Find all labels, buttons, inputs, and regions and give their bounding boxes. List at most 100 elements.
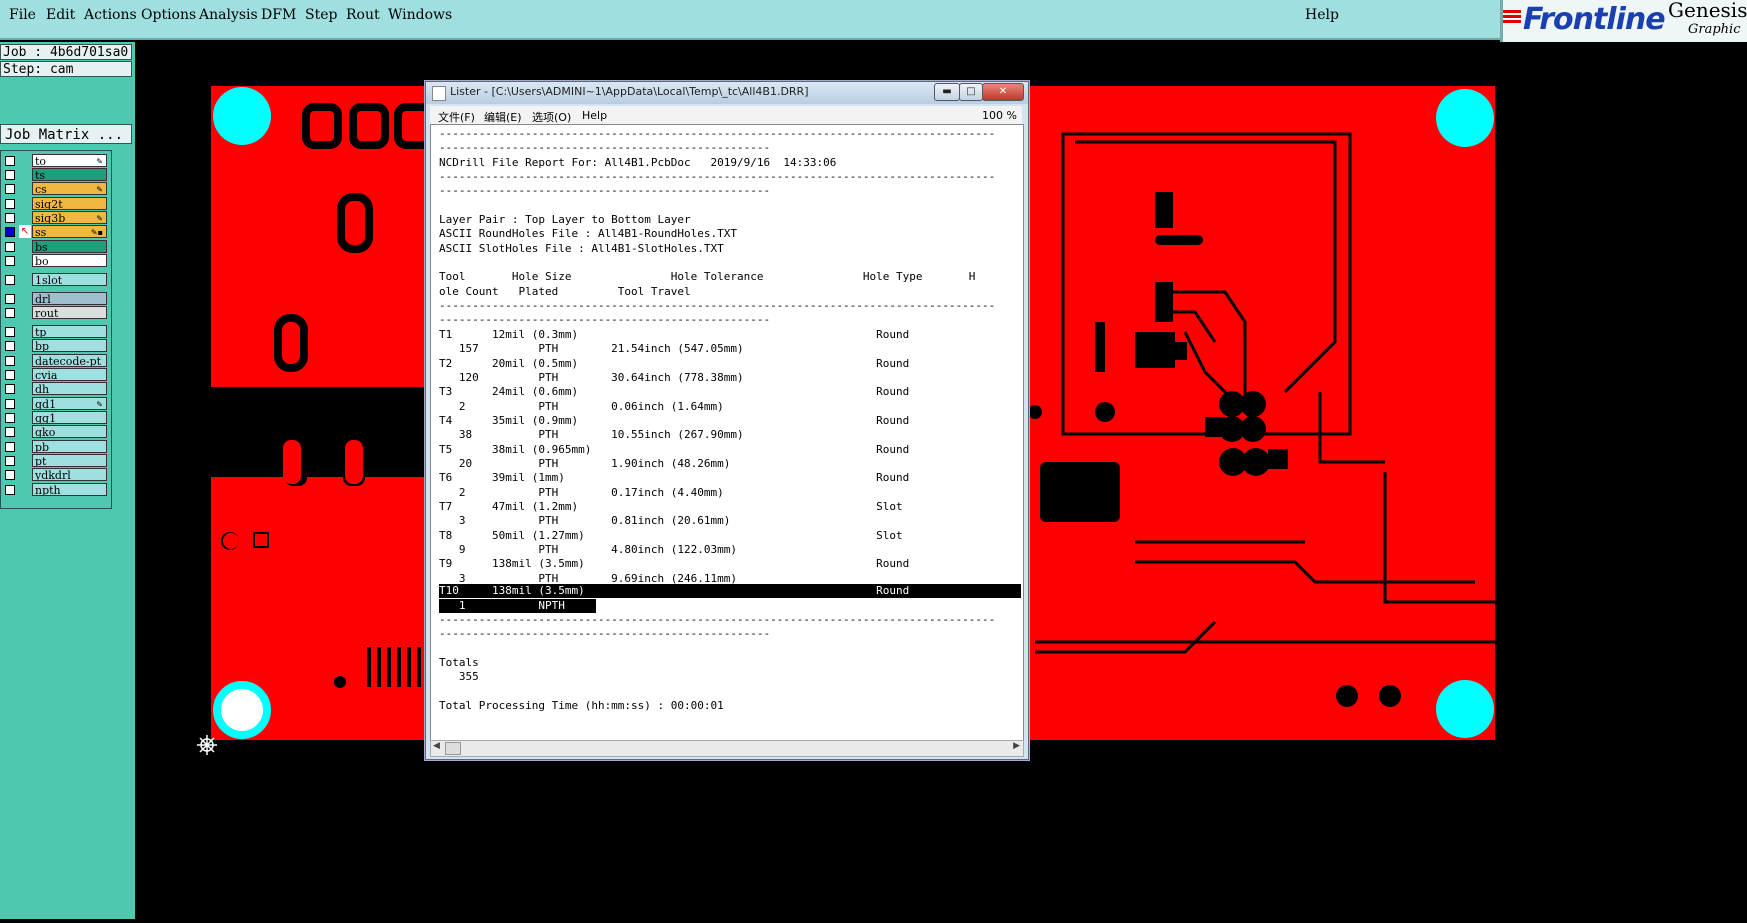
menu-file[interactable]: File <box>9 7 36 23</box>
layer-row-tp[interactable]: tp <box>1 325 109 338</box>
layer-row-to[interactable]: to ✎ <box>1 154 109 167</box>
layer-name[interactable]: cvia <box>32 368 107 381</box>
layer-row-npth[interactable]: npth <box>1 483 109 496</box>
layer-row-1slot[interactable]: 1slot <box>1 273 109 286</box>
layer-checkbox[interactable] <box>5 413 15 423</box>
zoom-level: 100 % <box>982 109 1017 122</box>
layer-checkbox[interactable] <box>5 275 15 285</box>
layer-name[interactable]: ts <box>32 168 107 181</box>
layer-checkbox[interactable] <box>5 370 15 380</box>
layer-row-gg1[interactable]: gg1 <box>1 411 109 424</box>
menu-options[interactable]: Options <box>141 7 196 23</box>
scroll-thumb[interactable] <box>445 742 461 755</box>
layer-row-bo[interactable]: bo <box>1 254 109 267</box>
layer-checkbox[interactable] <box>5 170 15 180</box>
layer-name[interactable]: gko <box>32 425 107 438</box>
layer-row-ss[interactable]: ↖ ss ✎▪ <box>1 225 109 238</box>
layer-checkbox[interactable] <box>5 470 15 480</box>
menu-rout[interactable]: Rout <box>346 7 380 23</box>
layer-checkbox[interactable] <box>5 399 15 409</box>
layer-name[interactable]: gg1 <box>32 411 107 424</box>
layer-checkbox[interactable] <box>5 242 15 252</box>
layer-checkbox[interactable] <box>5 227 15 237</box>
layer-row-cvia[interactable]: cvia <box>1 368 109 381</box>
layer-name[interactable]: sig2t <box>32 197 107 210</box>
layer-row-pt[interactable]: pt <box>1 454 109 467</box>
layer-name[interactable]: bs <box>32 240 107 253</box>
report-text-area[interactable]: ----------------------------------------… <box>430 124 1024 741</box>
layer-list: to ✎ ts cs ✎ sig2t sig3b ✎ ↖ ss ✎▪ bs bo 1slot drl rout… <box>0 150 112 509</box>
layer-row-sig2t[interactable]: sig2t <box>1 197 109 210</box>
layer-name[interactable]: pt <box>32 454 107 467</box>
layer-name[interactable]: datecode-pt <box>32 354 107 367</box>
layer-row-drl[interactable]: drl <box>1 292 109 305</box>
layer-checkbox[interactable] <box>5 341 15 351</box>
layer-checkbox[interactable] <box>5 356 15 366</box>
lister-menu-help[interactable]: Help <box>582 109 607 122</box>
close-button[interactable]: ✕ <box>982 83 1024 101</box>
lister-titlebar[interactable]: Lister - [C:\Users\ADMINI~1\AppData\Loca… <box>426 82 1028 104</box>
menu-dfm[interactable]: DFM <box>261 7 296 23</box>
layer-row-gd1[interactable]: gd1 ✎ <box>1 397 109 410</box>
layer-checkbox[interactable] <box>5 199 15 209</box>
layer-name[interactable]: ydkdrl <box>32 468 107 481</box>
layer-name[interactable]: tp <box>32 325 107 338</box>
scroll-right-icon[interactable]: ▶ <box>1013 741 1020 751</box>
menu-edit[interactable]: Edit <box>46 7 75 23</box>
layer-name[interactable]: ss ✎▪ <box>32 225 107 238</box>
layer-name[interactable]: drl <box>32 292 107 305</box>
minimize-button[interactable]: ▬ <box>934 83 960 101</box>
layer-name[interactable]: npth <box>32 483 107 496</box>
layer-name[interactable]: cs ✎ <box>32 182 107 195</box>
layer-name[interactable]: sig3b ✎ <box>32 211 107 224</box>
layer-checkbox[interactable] <box>5 485 15 495</box>
layer-row-bs[interactable]: bs <box>1 240 109 253</box>
layer-row-datecode-pt[interactable]: datecode-pt <box>1 354 109 367</box>
brand-logo: Frontline <box>1523 2 1666 37</box>
layer-checkbox[interactable] <box>5 213 15 223</box>
layer-row-dh[interactable]: dh <box>1 382 109 395</box>
layer-name[interactable]: 1slot <box>32 273 107 286</box>
lister-menu-file[interactable]: 文件(F) <box>438 109 475 125</box>
layer-checkbox[interactable] <box>5 384 15 394</box>
maximize-button[interactable]: □ <box>959 83 983 101</box>
layer-checkbox[interactable] <box>5 456 15 466</box>
layer-checkbox[interactable] <box>5 294 15 304</box>
layer-row-gko[interactable]: gko <box>1 425 109 438</box>
lister-menubar: 文件(F) 编辑(E) 选项(O) Help 100 % <box>430 106 1022 124</box>
layer-checkbox[interactable] <box>5 327 15 337</box>
layer-name[interactable]: bp <box>32 339 107 352</box>
layer-checkbox[interactable] <box>5 308 15 318</box>
layer-row-ts[interactable]: ts <box>1 168 109 181</box>
menu-analysis[interactable]: Analysis <box>199 7 258 23</box>
layer-name[interactable]: dh <box>32 382 107 395</box>
menu-actions[interactable]: Actions <box>84 7 137 23</box>
lister-menu-options[interactable]: 选项(O) <box>532 109 571 125</box>
layer-name[interactable]: bo <box>32 254 107 267</box>
layer-checkbox[interactable] <box>5 442 15 452</box>
horizontal-scrollbar[interactable]: ◀ ▶ <box>430 740 1024 757</box>
layer-name[interactable]: gd1 ✎ <box>32 397 107 410</box>
layer-name[interactable]: to ✎ <box>32 154 107 167</box>
menu-help[interactable]: Help <box>1305 7 1339 23</box>
job-matrix-button[interactable]: Job Matrix ... <box>0 124 132 144</box>
menu-step[interactable]: Step <box>305 7 337 23</box>
layer-row-cs[interactable]: cs ✎ <box>1 182 109 195</box>
work-layer-arrow-icon: ↖ <box>19 225 31 238</box>
lister-menu-edit[interactable]: 编辑(E) <box>484 109 522 125</box>
layer-row-bp[interactable]: bp <box>1 339 109 352</box>
layer-checkbox[interactable] <box>5 427 15 437</box>
layer-panel: Job : 4b6d701sa0 Step: cam Job Matrix ..… <box>0 42 135 919</box>
layer-name[interactable]: rout <box>32 306 107 319</box>
menu-windows[interactable]: Windows <box>388 7 452 23</box>
layer-row-sig3b[interactable]: sig3b ✎ <box>1 211 109 224</box>
layer-checkbox[interactable] <box>5 256 15 266</box>
layer-row-ydkdrl[interactable]: ydkdrl <box>1 468 109 481</box>
layer-checkbox[interactable] <box>5 156 15 166</box>
layer-row-rout[interactable]: rout <box>1 306 109 319</box>
scroll-left-icon[interactable]: ◀ <box>433 741 440 751</box>
layer-checkbox[interactable] <box>5 184 15 194</box>
layer-name[interactable]: pb <box>32 440 107 453</box>
layer-row-pb[interactable]: pb <box>1 440 109 453</box>
layer-flag-icon: ✎ <box>96 400 103 409</box>
